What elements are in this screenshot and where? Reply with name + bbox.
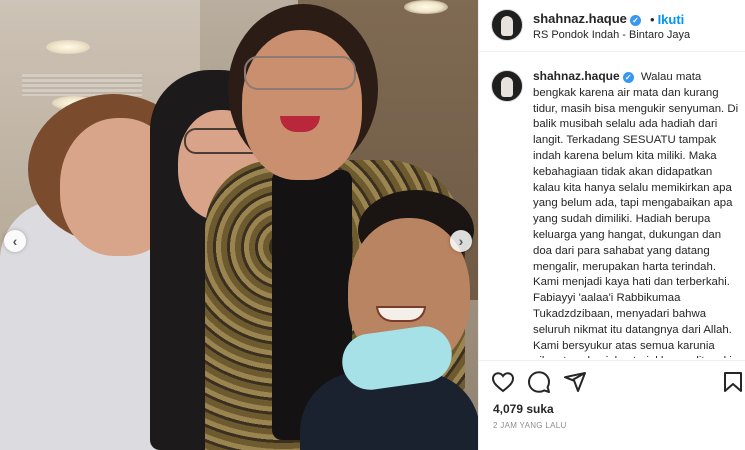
author-username-text[interactable]: shahnaz.haque: [533, 11, 627, 26]
like-count[interactable]: 4,079 suka: [493, 402, 554, 416]
verified-badge-icon: ✓: [629, 15, 641, 26]
post-timestamp[interactable]: 2 JAM YANG LALU: [493, 421, 567, 430]
caption-username[interactable]: shahnaz.haque ✓: [533, 69, 634, 83]
person-face: [242, 30, 362, 180]
follow-button[interactable]: Ikuti: [658, 12, 685, 27]
avatar[interactable]: [491, 70, 523, 102]
heart-icon[interactable]: [491, 370, 515, 394]
caption: shahnaz.haque ✓ Walau mata bengkak karena…: [533, 69, 739, 358]
carousel-prev-button[interactable]: ‹: [4, 230, 26, 252]
share-icon[interactable]: [563, 370, 587, 394]
caption-scroll-area[interactable]: shahnaz.haque ✓ Walau mata bengkak karena…: [479, 53, 745, 358]
author-username[interactable]: shahnaz.haque ✓: [533, 11, 641, 26]
chevron-left-icon: ‹: [12, 233, 18, 249]
verified-badge-icon: ✓: [622, 72, 634, 83]
bookmark-icon[interactable]: [721, 370, 745, 394]
chevron-right-icon: ›: [458, 233, 464, 249]
post-header: shahnaz.haque ✓ • Ikuti RS Pondok Indah - …: [479, 0, 745, 52]
action-bar: [491, 370, 742, 394]
photo-ceiling-vent: [22, 74, 142, 96]
avatar[interactable]: [491, 9, 523, 41]
caption-username-text[interactable]: shahnaz.haque: [533, 69, 620, 83]
post-side-panel: shahnaz.haque ✓ • Ikuti RS Pondok Indah - …: [478, 0, 745, 450]
post-photo[interactable]: ‹ ›: [0, 0, 478, 450]
photo-ceiling-light: [46, 40, 90, 54]
caption-text: Walau mata bengkak karena air mata dan k…: [533, 71, 739, 358]
photo-ceiling-light: [404, 0, 448, 14]
comment-icon[interactable]: [527, 370, 551, 394]
location-link[interactable]: RS Pondok Indah - Bintaro Jaya: [533, 29, 690, 41]
separator-dot: •: [650, 12, 655, 27]
person-glasses: [244, 56, 356, 90]
divider: [479, 360, 745, 361]
carousel-next-button[interactable]: ›: [450, 230, 472, 252]
follow-wrap: • Ikuti: [647, 11, 684, 29]
